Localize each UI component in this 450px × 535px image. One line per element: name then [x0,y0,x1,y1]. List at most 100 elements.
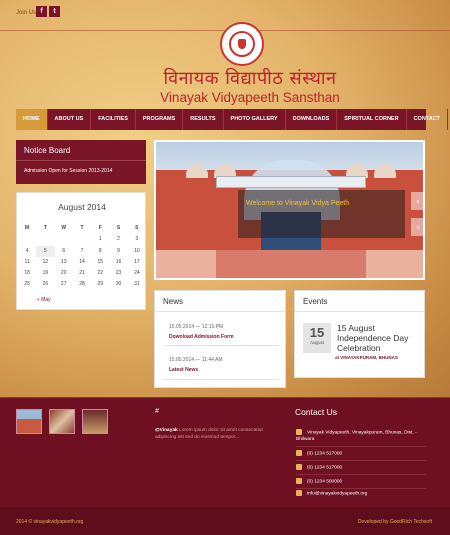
slider-next-button[interactable]: › [411,218,423,236]
news-link[interactable]: Latest News [169,367,198,373]
calendar-prev-link[interactable]: « May [37,297,51,303]
calendar-day[interactable]: 15 [91,257,109,268]
notice-board-title: Notice Board [24,146,71,155]
building-signboard [216,176,366,188]
calendar-day[interactable]: 25 [18,279,36,290]
events-panel: Events 15 August 15 August Independence … [294,290,425,378]
calendar-day[interactable]: 20 [55,268,73,279]
slide-caption-bar [238,190,405,238]
twitter-icon[interactable]: t [49,6,60,17]
phone-text: (0) 1234 517000 [307,465,343,471]
news-item-divider [163,379,279,380]
calendar-day[interactable]: 3 [128,234,146,245]
calendar-day[interactable]: 5 [36,245,55,257]
calendar-day[interactable]: 30 [109,279,127,290]
nav-contact[interactable]: CONTACT [407,109,449,130]
notice-divider [16,160,146,161]
calendar-day[interactable]: 12 [36,257,54,268]
calendar-day[interactable]: 7 [73,246,91,257]
nav-programs[interactable]: PROGRAMS [136,109,184,130]
gallery-thumbnail[interactable] [16,409,42,434]
calendar-day[interactable]: 26 [36,279,54,290]
contact-separator [296,474,426,475]
event-title[interactable]: 15 August Independence Day Celebration [337,323,419,353]
nav-results[interactable]: RESULTS [183,109,224,130]
calendar-day[interactable]: 18 [18,268,36,279]
nav-home[interactable]: HOME [16,109,48,130]
contact-separator [296,460,426,461]
home-icon [296,429,302,435]
calendar-day [73,234,91,245]
contact-separator [296,446,426,447]
developer-credit[interactable]: Developed by GoodRich Techsoft [358,519,432,525]
calendar-day[interactable]: 11 [18,257,36,268]
fax-icon [296,478,302,484]
bottom-bar: 2014 © vinayakvidyapeeth.org Developed b… [0,507,450,535]
nav-facilities[interactable]: FACILITIES [91,109,136,130]
calendar-weekday: T [80,225,84,231]
news-divider [155,311,285,312]
calendar-day[interactable]: 2 [109,234,127,245]
news-link[interactable]: Download Admission Form [169,334,234,340]
mail-icon [296,490,302,496]
nav-spiritual-corner[interactable]: SPIRITUAL CORNER [337,109,407,130]
twitter-hash-icon: # [155,408,159,415]
calendar-weekday: T [43,225,47,231]
gallery-thumbnail[interactable] [82,409,108,434]
event-date-badge: 15 August [303,323,331,353]
site-title-english: Vinayak Vidyapeeth Sansthan [160,90,340,105]
nav-photo-gallery[interactable]: PHOTO GALLERY [224,109,286,130]
events-divider [295,311,424,312]
notice-item[interactable]: Admission Open for Session 2013-2014 [24,168,112,174]
calendar-day[interactable]: 21 [73,268,91,279]
calendar-day[interactable]: 19 [36,268,54,279]
news-date: 15.05.2014 — 12:15 PM [169,324,224,330]
calendar-weekday: S [135,225,139,231]
school-logo[interactable] [220,22,264,66]
calendar-day[interactable]: 13 [55,257,73,268]
news-item-divider [163,345,279,346]
calendar-day[interactable]: 29 [91,279,109,290]
event-place: at VINAYAKPURAM, BHUNAS [335,355,398,360]
tweet-user[interactable]: @Vinayak [155,428,178,433]
calendar-day[interactable]: 27 [55,279,73,290]
logo-core [238,39,246,49]
events-title: Events [303,297,328,306]
calendar-widget: August 2014 M T W T F S S 1 2 3 4 5 6 7 8 9 10 11 12 13 14 15… [16,192,146,310]
slide-caption: Welcome to Vinayak Vidya Peeth [246,200,350,207]
calendar-day[interactable]: 1 [91,234,109,245]
notice-board: Notice Board Admission Open for Session … [16,140,146,184]
nav-downloads[interactable]: DOWNLOADS [286,109,338,130]
calendar-weekday: M [25,225,30,231]
calendar-day[interactable]: 17 [128,257,146,268]
calendar-day[interactable]: 6 [55,246,73,257]
news-panel: News 15.05.2014 — 12:15 PM Download Admi… [154,290,286,388]
nav-about-us[interactable]: ABOUT US [48,109,92,130]
calendar-day[interactable]: 24 [128,268,146,279]
contact-phone: (0) 1234 517000 [296,450,342,456]
gallery-thumbnail[interactable] [49,409,75,434]
calendar-day[interactable]: 31 [128,279,146,290]
logo-emblem [229,31,255,57]
phone-text: (0) 1234 517000 [307,451,343,457]
calendar-day[interactable]: 14 [73,257,91,268]
calendar-day[interactable]: 23 [109,268,127,279]
twitter-feed: @Vinayak Lorem ipsum dolor sit amet cons… [155,427,285,441]
calendar-month-title: August 2014 [58,202,106,212]
slider-prev-button[interactable]: ‹ [411,192,423,210]
calendar-weekday: W [61,225,67,231]
calendar-day[interactable]: 28 [73,279,91,290]
calendar-day[interactable]: 9 [109,246,127,257]
email-text[interactable]: info@vinayakvidyapeeth.org [307,491,367,496]
facebook-icon[interactable]: f [36,6,47,17]
calendar-day[interactable]: 8 [91,246,109,257]
calendar-day[interactable]: 22 [91,268,109,279]
event-day: 15 [309,325,325,340]
calendar-weekday: F [98,225,102,231]
calendar-day[interactable]: 10 [128,246,146,257]
calendar-day[interactable]: 4 [18,246,36,257]
contact-title: Contact Us [295,407,338,417]
contact-email: info@vinayakvidyapeeth.org [296,490,367,496]
site-title-hindi: विनायक विद्यापीठ संस्थान [163,68,337,89]
calendar-day[interactable]: 16 [109,257,127,268]
